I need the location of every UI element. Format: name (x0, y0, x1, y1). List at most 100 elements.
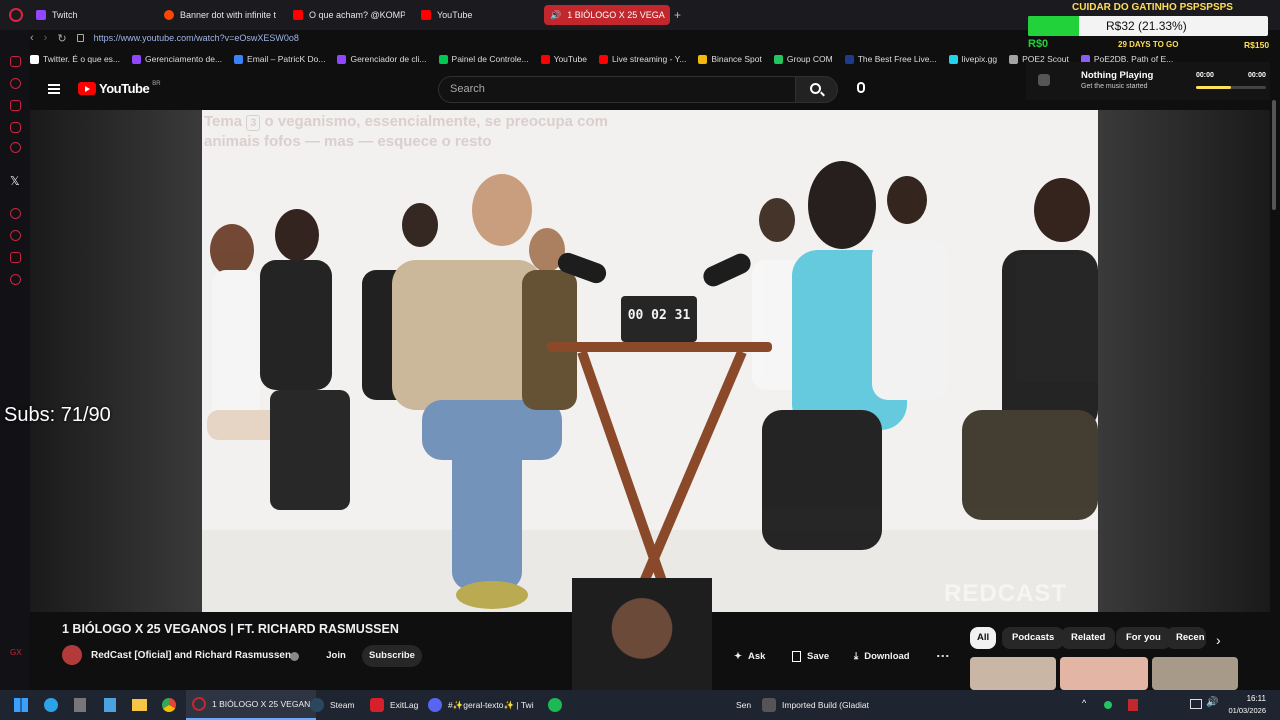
bookmark-item[interactable]: Live streaming - Y... (598, 54, 686, 64)
recommended-thumb[interactable] (1152, 657, 1238, 690)
chrome-icon[interactable] (162, 698, 176, 712)
workspace-icon[interactable] (10, 100, 21, 111)
more-sidebar-icon[interactable]: GX (10, 648, 22, 657)
tray-chevron-icon[interactable]: ^ (1082, 698, 1086, 708)
notepad-icon[interactable] (104, 698, 116, 712)
tab-banner[interactable]: Banner dot with infinite ta (164, 5, 276, 25)
speed-dial-icon[interactable] (10, 78, 21, 89)
page-scrollbar[interactable] (1272, 100, 1276, 210)
settings-icon[interactable] (10, 274, 21, 285)
taskbar-discord[interactable]: #✨geral-texto✨ | Twi (428, 690, 534, 720)
recommended-thumb[interactable] (970, 657, 1056, 690)
subscribe-button[interactable]: Subscribe (362, 645, 422, 667)
bookmark-favicon-icon (844, 54, 854, 64)
bookmark-favicon-icon (132, 54, 142, 64)
chip-all[interactable]: All (970, 627, 997, 649)
bookmark-item[interactable]: Painel de Controle... (438, 54, 529, 64)
player-icon[interactable] (10, 208, 21, 219)
bookmark-favicon-icon (598, 54, 608, 64)
channel-name[interactable]: RedCast [Oficial] and Richard Rasmussen (91, 650, 291, 661)
tab-o-que-acham[interactable]: O que acham? @KOMPBR (293, 5, 405, 25)
messenger-icon[interactable] (10, 142, 21, 153)
sparkle-icon: ✦ (734, 650, 742, 662)
bookmark-item[interactable]: Email – PatricK Do... (234, 54, 325, 64)
menu-icon[interactable] (48, 84, 60, 94)
download-button[interactable]: ⤓ Download (854, 646, 910, 666)
donation-max: R$150 (1244, 40, 1270, 50)
youtube-logo[interactable]: YouTube BR (78, 81, 161, 96)
video-frame[interactable]: Tema 3 o veganismo, essencialmente, se p… (202, 110, 1098, 612)
recommended-thumb[interactable] (1060, 657, 1148, 690)
instagram-icon[interactable] (10, 122, 21, 133)
donation-title: CUIDAR DO GATINHO PSPSPSPS (1072, 2, 1233, 13)
chip-podcasts[interactable]: Podcasts (1002, 627, 1065, 649)
aria-icon[interactable] (10, 56, 21, 67)
x-sidebar-icon[interactable]: 𝕏 (10, 174, 20, 188)
history-icon[interactable] (10, 230, 21, 241)
redcast-watermark: REDCAST (944, 580, 1068, 607)
steam-icon (310, 698, 324, 712)
pin-icon[interactable] (10, 252, 21, 263)
ask-button[interactable]: ✦ Ask (734, 646, 765, 666)
now-playing-subtitle: Get the music started (1081, 83, 1148, 90)
search-input[interactable]: Search (438, 76, 796, 103)
bookmark-item[interactable]: Twitter. É o que es... (30, 54, 120, 64)
join-button[interactable]: Join (316, 646, 356, 666)
new-tab-button[interactable]: + (674, 5, 686, 25)
chip-for-you[interactable]: For you (1116, 627, 1171, 649)
channel-avatar[interactable] (62, 645, 82, 665)
windows-start-icon[interactable] (14, 698, 28, 712)
discord-icon (428, 698, 442, 712)
taskbar-steam[interactable]: Steam (310, 690, 355, 720)
subs-counter: Subs: 71/90 (4, 404, 111, 426)
calculator-icon[interactable] (74, 698, 86, 712)
video-caption: Tema 3 o veganismo, essencialmente, se p… (204, 113, 609, 150)
spotify-icon (548, 698, 562, 712)
bookmark-item[interactable]: Gerenciamento de... (132, 54, 222, 64)
taskbar-pob[interactable]: Imported Build (Gladiat (762, 690, 869, 720)
bookmark-item[interactable]: Group COM (773, 54, 833, 64)
bookmark-item[interactable]: livepix.gg (948, 54, 997, 64)
tab-youtube[interactable]: YouTube (421, 5, 533, 25)
taskbar-spotify[interactable] (548, 690, 562, 720)
chip-related[interactable]: Related (1061, 627, 1116, 649)
save-button[interactable]: Save (792, 646, 829, 666)
bookmark-favicon-icon (1009, 54, 1019, 64)
back-icon[interactable]: ‹ (30, 32, 34, 44)
bookmarks-bar: Twitter. É o que es... Gerenciamento de..… (30, 50, 1173, 68)
bookmark-favicon-icon (698, 54, 708, 64)
url-field[interactable]: https://www.youtube.com/watch?v=eOswXESW… (94, 33, 299, 43)
folder-icon[interactable] (132, 699, 147, 711)
edge-icon[interactable] (44, 698, 58, 712)
lock-icon (76, 34, 84, 42)
opera-logo-icon[interactable] (9, 8, 23, 22)
windows-taskbar: 1 BIÓLOGO X 25 VEGAN Steam ExitLag #✨ger… (0, 690, 1280, 720)
exitlag-icon (370, 698, 384, 712)
opera-gx-icon (192, 697, 206, 711)
network-icon[interactable] (1190, 699, 1202, 709)
chevron-right-icon[interactable]: › (1216, 632, 1221, 648)
chip-recent[interactable]: Recen (1166, 627, 1206, 649)
bookmark-item[interactable]: YouTube (540, 54, 587, 64)
tray-status-icon[interactable] (1104, 701, 1112, 709)
taskbar-exitlag[interactable]: ExitLag (370, 690, 418, 720)
tray-app-icon[interactable] (1128, 699, 1138, 711)
forward-icon[interactable]: › (44, 32, 48, 44)
volume-icon[interactable]: 🔊 (1206, 697, 1218, 708)
microphone-icon[interactable] (857, 82, 865, 93)
clock-date[interactable]: 01/03/2026 (1224, 706, 1266, 715)
video-title: 1 BIÓLOGO X 25 VEGANOS | FT. RICHARD RAS… (62, 622, 399, 636)
bookmark-item[interactable]: The Best Free Live... (844, 54, 937, 64)
bookmark-item[interactable]: Binance Spot (698, 54, 762, 64)
search-button[interactable] (796, 76, 838, 103)
bookmark-item[interactable]: Gerenciador de cli... (337, 54, 427, 64)
reload-icon[interactable]: ↻ (57, 32, 66, 45)
now-playing-title: Nothing Playing (1081, 70, 1154, 81)
more-actions-button[interactable]: ⋮ (933, 650, 953, 663)
bookmark-favicon-icon (540, 54, 550, 64)
tab-active-video[interactable]: 🔊 1 BIÓLOGO X 25 VEGA (544, 5, 670, 25)
taskbar-opera-window[interactable]: 1 BIÓLOGO X 25 VEGAN (186, 690, 317, 720)
tab-twitch[interactable]: Twitch (36, 5, 146, 25)
taskbar-sen[interactable]: Sen (736, 690, 751, 720)
clock-time[interactable]: 16:11 (1234, 694, 1266, 703)
